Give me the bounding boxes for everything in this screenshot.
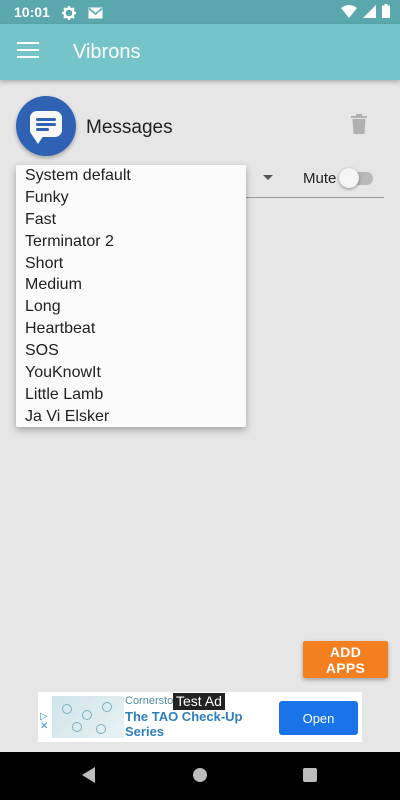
dropdown-option-little-lamb[interactable]: Little Lamb [16, 384, 246, 406]
app-bar: Vibrons [0, 24, 400, 80]
ad-open-button[interactable]: Open [279, 701, 358, 735]
dropdown-option-system-default[interactable]: System default [16, 165, 246, 187]
status-time: 10:01 [14, 4, 50, 20]
add-apps-button[interactable]: ADD APPS [303, 641, 388, 678]
ad-banner[interactable]: ▷ ✕ Cornerstone The TAO Check-Up Series T… [38, 692, 362, 742]
vibration-pattern-dropdown-menu: System default Funky Fast Terminator 2 S… [16, 165, 246, 427]
trash-icon[interactable] [350, 114, 368, 134]
dropdown-option-sos[interactable]: SOS [16, 340, 246, 362]
recents-icon[interactable] [303, 768, 317, 782]
app-name: Messages [86, 117, 173, 138]
mute-label: Mute [303, 170, 337, 187]
home-icon[interactable] [193, 768, 207, 782]
status-bar: 10:01 [0, 0, 400, 24]
dropdown-option-medium[interactable]: Medium [16, 274, 246, 296]
battery-icon [382, 4, 390, 18]
back-icon[interactable] [82, 767, 95, 783]
hamburger-menu-icon[interactable] [17, 42, 39, 60]
dropdown-option-fast[interactable]: Fast [16, 209, 246, 231]
status-system-icons [341, 4, 390, 18]
dropdown-option-youknowit[interactable]: YouKnowIt [16, 362, 246, 384]
status-notification-icons [62, 4, 103, 21]
gear-icon [62, 6, 76, 21]
dropdown-option-ja-vi-elsker[interactable]: Ja Vi Elsker [16, 406, 246, 428]
adchoices-icon[interactable]: ▷ ✕ [40, 712, 48, 732]
vibration-pattern-dropdown-arrow-icon[interactable] [263, 175, 273, 180]
mute-toggle[interactable] [339, 168, 375, 188]
dropdown-option-long[interactable]: Long [16, 296, 246, 318]
signal-icon [363, 4, 376, 18]
ad-image[interactable] [52, 696, 124, 738]
dropdown-option-heartbeat[interactable]: Heartbeat [16, 318, 246, 340]
gmail-icon [88, 7, 103, 19]
ad-headline[interactable]: The TAO Check-Up Series [125, 709, 265, 739]
messages-app-icon [16, 96, 76, 156]
dropdown-option-terminator-2[interactable]: Terminator 2 [16, 231, 246, 253]
app-title: Vibrons [73, 41, 141, 63]
dropdown-option-short[interactable]: Short [16, 253, 246, 275]
test-ad-label: Test Ad [173, 693, 225, 710]
dropdown-option-funky[interactable]: Funky [16, 187, 246, 209]
wifi-icon [341, 4, 357, 18]
